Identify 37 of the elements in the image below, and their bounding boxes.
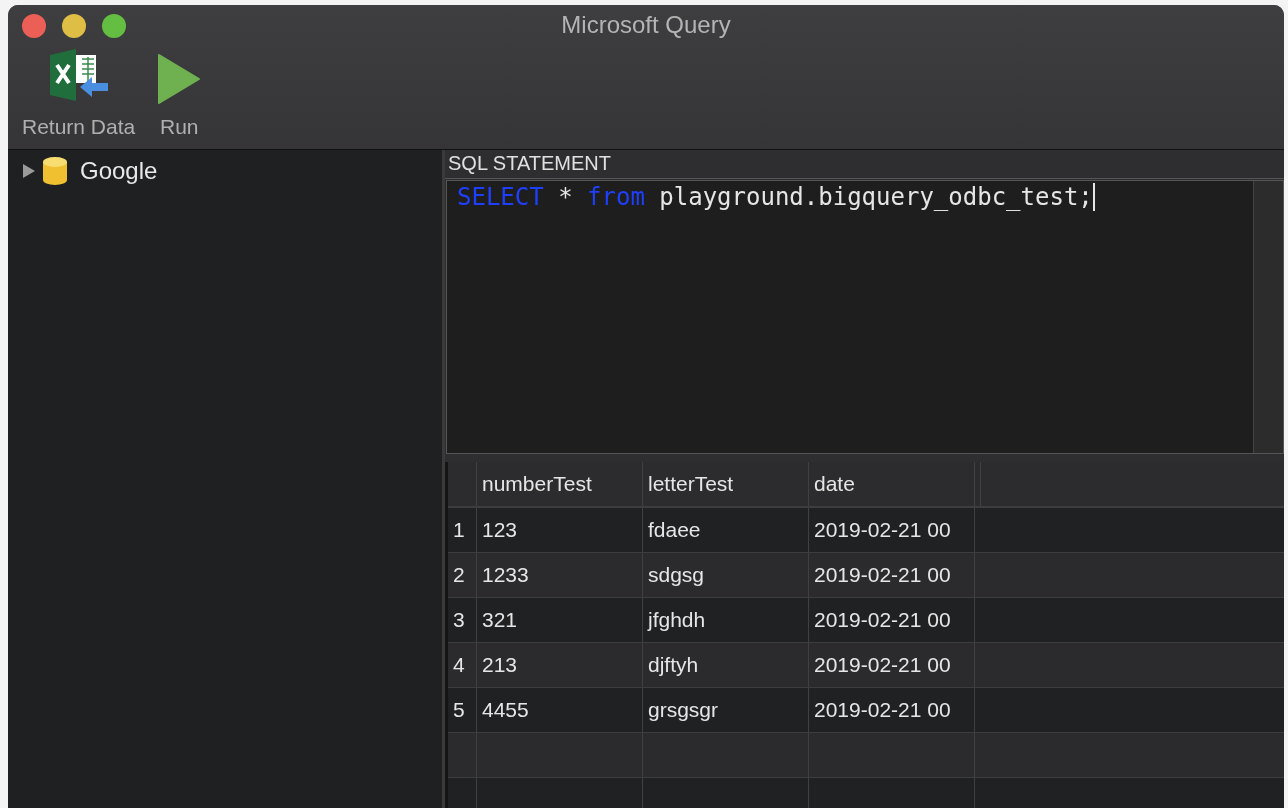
- run-button[interactable]: Run: [155, 49, 204, 139]
- table-cell: 321: [477, 598, 643, 642]
- table-cell: jfghdh: [643, 598, 809, 642]
- scrollbar[interactable]: [1253, 181, 1283, 453]
- table-cell: djftyh: [643, 643, 809, 687]
- sql-editor[interactable]: SELECT * from playground.bigquery_odbc_test;: [446, 180, 1284, 454]
- text-cursor: [1092, 183, 1095, 211]
- table-cell: fdaee: [643, 508, 809, 552]
- table-cell: 1233: [477, 553, 643, 597]
- zoom-button[interactable]: [102, 14, 126, 38]
- table-cell: 2019-02-21 00: [809, 688, 975, 732]
- code-line: SELECT * from playground.bigquery_odbc_test;: [457, 183, 1093, 211]
- table-cell: 2019-02-21 00: [809, 598, 975, 642]
- column-header[interactable]: numberTest: [477, 462, 643, 506]
- database-icon: [42, 156, 68, 186]
- table-cell: 213: [477, 643, 643, 687]
- row-number: 3: [448, 598, 477, 642]
- close-button[interactable]: [22, 14, 46, 38]
- minimize-button[interactable]: [62, 14, 86, 38]
- row-number: 2: [448, 553, 477, 597]
- table-cell: grsgsgr: [643, 688, 809, 732]
- disclosure-triangle-icon[interactable]: [22, 163, 36, 179]
- table-cell: 4455: [477, 688, 643, 732]
- window-title: Microsoft Query: [561, 11, 731, 39]
- column-header[interactable]: date: [809, 462, 975, 506]
- tree-item[interactable]: Google: [80, 157, 158, 185]
- table-cell: 2019-02-21 00: [809, 643, 975, 687]
- section-header: SQL STATEMENT: [445, 150, 1284, 179]
- column-header[interactable]: letterTest: [643, 462, 809, 506]
- row-number: 4: [448, 643, 477, 687]
- row-number: 5: [448, 688, 477, 732]
- return-data-button[interactable]: Return Data: [22, 49, 136, 139]
- table-cell: 2019-02-21 00: [809, 553, 975, 597]
- table-cell: sdgsg: [643, 553, 809, 597]
- table-cell: 123: [477, 508, 643, 552]
- table-cell: 2019-02-21 00: [809, 508, 975, 552]
- row-number: 1: [448, 508, 477, 552]
